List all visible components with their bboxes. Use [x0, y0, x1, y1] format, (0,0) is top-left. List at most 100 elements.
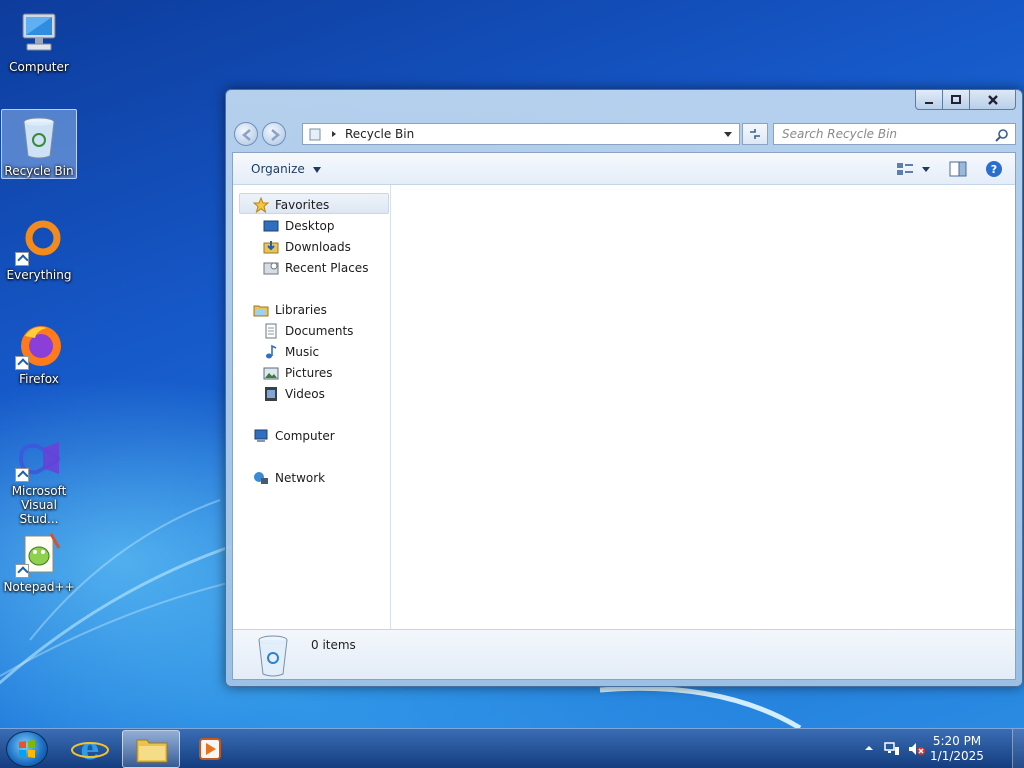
internet-explorer-icon: e: [71, 732, 109, 767]
nav-recent-places[interactable]: Recent Places: [263, 258, 368, 278]
nav-documents-label: Documents: [285, 324, 354, 338]
desktop-icon-label: Microsoft Visual Stud...: [11, 484, 67, 526]
taskbar-internet-explorer[interactable]: e: [62, 730, 120, 768]
nav-desktop-label: Desktop: [285, 219, 335, 233]
start-button[interactable]: [6, 731, 48, 767]
maximize-icon: [951, 94, 961, 104]
change-view-icon[interactable]: [895, 160, 935, 178]
clock-time: 5:20 PM: [932, 734, 982, 748]
search-input[interactable]: Search Recycle Bin: [773, 123, 1016, 145]
organize-label: Organize: [251, 162, 305, 176]
network-icon: [254, 472, 268, 484]
nav-favorites-label: Favorites: [275, 198, 330, 212]
maximize-button[interactable]: [943, 90, 970, 110]
show-desktop-button[interactable]: [1012, 729, 1024, 768]
nav-network[interactable]: Network: [253, 468, 325, 488]
desktop-icon-notepad-plus-plus[interactable]: Notepad++: [1, 526, 77, 594]
address-path[interactable]: Recycle Bin: [345, 127, 414, 141]
forward-arrow-icon: [271, 129, 280, 141]
desktop-icon-label: Notepad++: [3, 580, 75, 594]
taskbar-media-player[interactable]: [182, 730, 240, 768]
shortcut-arrow-icon: [15, 468, 29, 482]
desktop-icon-label: Computer: [9, 60, 69, 74]
nav-libraries[interactable]: Libraries: [253, 300, 327, 320]
visual-studio-icon: [15, 434, 63, 482]
shortcut-arrow-icon: [15, 564, 29, 578]
desktop-icon-firefox[interactable]: Firefox: [1, 318, 77, 386]
nav-music-label: Music: [285, 345, 320, 359]
nav-computer[interactable]: Computer: [253, 426, 335, 446]
navigation-bar: Recycle Bin Search Recycle Bin: [234, 120, 1016, 148]
desktop-icon-label: Firefox: [19, 372, 59, 386]
navigation-pane: Favorites Desktop Downloads Recent Place…: [233, 185, 391, 629]
command-bar: Organize ?: [233, 153, 1015, 185]
nav-desktop[interactable]: Desktop: [263, 216, 335, 236]
clock-date: 1/1/2025: [930, 749, 984, 763]
organize-dropdown-icon: [312, 167, 321, 173]
search-icon[interactable]: [995, 128, 1009, 142]
nav-recent-places-label: Recent Places: [285, 261, 369, 275]
desktop-icon-everything[interactable]: Everything: [1, 214, 77, 282]
desktop-icon-computer[interactable]: Computer: [1, 6, 77, 74]
address-dropdown-icon[interactable]: [723, 129, 733, 139]
nav-computer-label: Computer: [275, 429, 335, 443]
nav-music[interactable]: Music: [263, 342, 319, 362]
back-arrow-icon: [242, 129, 251, 141]
search-placeholder: Search Recycle Bin: [782, 127, 898, 141]
svg-text:e: e: [80, 732, 99, 767]
nav-libraries-label: Libraries: [275, 303, 327, 317]
videos-icon: [265, 387, 277, 401]
refresh-button[interactable]: [742, 123, 768, 145]
close-button[interactable]: [970, 90, 1016, 110]
nav-videos-label: Videos: [285, 387, 325, 401]
details-pane: 0 items: [233, 629, 1015, 679]
desktop-icon-label: Everything: [6, 268, 72, 282]
shortcut-arrow-icon: [15, 356, 29, 370]
file-list-area[interactable]: [392, 185, 1015, 629]
taskbar-windows-explorer[interactable]: [122, 730, 180, 768]
minimize-button[interactable]: [915, 90, 943, 110]
desktop-icon: [263, 220, 279, 232]
nav-favorites[interactable]: Favorites: [253, 195, 329, 215]
desktop-icon-recycle-bin[interactable]: Recycle Bin: [1, 109, 77, 179]
nav-downloads-label: Downloads: [285, 240, 351, 254]
computer-icon: [15, 10, 63, 58]
forward-button[interactable]: [262, 122, 286, 146]
windows-logo-icon: [19, 740, 35, 758]
desktop-icon-label: Recycle Bin: [4, 164, 74, 178]
back-button[interactable]: [234, 122, 258, 146]
downloads-icon: [263, 241, 279, 254]
nav-videos[interactable]: Videos: [263, 384, 325, 404]
address-bar[interactable]: Recycle Bin: [302, 123, 740, 145]
everything-icon: [15, 218, 63, 266]
taskbar: e 5:20 PM 1/1/2025: [0, 728, 1024, 768]
nav-downloads[interactable]: Downloads: [263, 237, 351, 257]
folder-icon: [136, 739, 168, 763]
recycle-bin-small-icon: [309, 128, 321, 141]
firefox-icon: [15, 322, 63, 370]
preview-pane-icon[interactable]: [949, 160, 967, 178]
nav-pictures[interactable]: Pictures: [263, 363, 333, 383]
organize-button[interactable]: Organize: [251, 162, 321, 176]
shortcut-arrow-icon: [15, 252, 29, 266]
desktop-icon-visual-studio[interactable]: Microsoft Visual Stud...: [1, 430, 77, 526]
music-icon: [266, 344, 277, 359]
computer-small-icon: [254, 429, 268, 442]
recent-places-icon: [263, 262, 279, 275]
star-icon: [253, 197, 269, 213]
nav-network-label: Network: [275, 471, 326, 485]
nav-pictures-label: Pictures: [285, 366, 333, 380]
close-icon: [987, 94, 998, 105]
item-count: 0 items: [311, 638, 356, 652]
show-hidden-icons-icon[interactable]: [864, 743, 874, 753]
help-icon[interactable]: ?: [985, 160, 1003, 178]
refresh-icon: [750, 129, 760, 139]
clock[interactable]: 5:20 PM 1/1/2025: [922, 734, 992, 764]
svg-text:?: ?: [991, 163, 997, 176]
explorer-client-area: Organize ? Favorites Desktop Downloads R…: [232, 152, 1016, 680]
network-status-icon[interactable]: [884, 741, 900, 757]
nav-documents[interactable]: Documents: [263, 321, 353, 341]
explorer-window: Recycle Bin Search Recycle Bin Organize: [225, 89, 1023, 687]
pictures-icon: [263, 367, 279, 380]
recycle-bin-icon: [15, 114, 63, 162]
